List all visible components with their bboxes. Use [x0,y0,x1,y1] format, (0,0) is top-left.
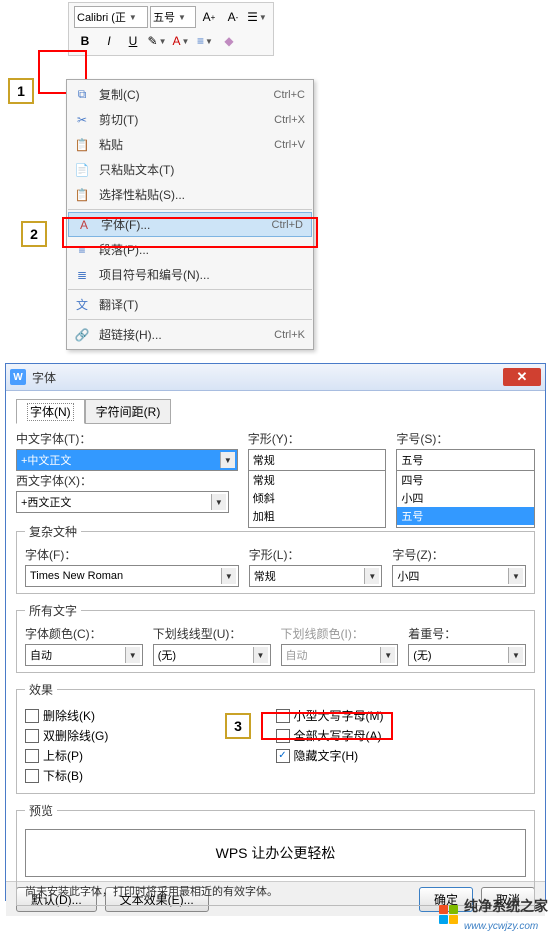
menu-separator [68,319,312,320]
effects-legend: 效果 [25,681,57,698]
scissors-icon: ✂ [73,111,91,129]
size-combo[interactable]: 五号 [396,449,535,470]
complex-legend: 复杂文种 [25,523,81,540]
clipboard-icon: 📋 [73,136,91,154]
align-button[interactable]: ≡▼ [194,30,216,52]
style-label: 字形(Y)： [248,430,387,447]
size-listbox[interactable]: 四号 小四 五号 [396,470,535,528]
logo-icon [438,904,458,924]
context-menu: ⧉复制(C)Ctrl+C ✂剪切(T)Ctrl+X 📋粘贴Ctrl+V 📄只粘贴… [66,79,314,350]
font-dialog: W 字体 ✕ 字体(N) 字符间距(R) 中文字体(T)： +中文正文▼ 字形(… [5,363,546,901]
preview-box: WPS 让办公更轻松 [25,829,526,877]
menu-hyperlink[interactable]: 🔗超链接(H)...Ctrl+K [67,322,313,347]
menu-paragraph[interactable]: ≡段落(P)... [67,237,313,262]
chk-hidden[interactable]: ✓隐藏文字(H) [276,747,527,764]
chk-smallcaps[interactable]: 小型大写字母(M) [276,707,527,724]
uline-label: 下划线线型(U)： [153,625,271,642]
app-icon: W [10,369,26,385]
menu-separator [68,289,312,290]
uline-combo[interactable]: (无)▼ [153,644,271,666]
bullets-icon: ≣ [73,266,91,284]
dialog-titlebar: W 字体 ✕ [6,364,545,391]
menu-cut[interactable]: ✂剪切(T)Ctrl+X [67,107,313,132]
italic-button[interactable]: I [98,30,120,52]
style-combo[interactable]: 常规 [248,449,387,470]
watermark: 纯净系统之家www.ycwjzy.com [438,896,548,932]
menu-bullets[interactable]: ≣项目符号和编号(N)... [67,262,313,287]
cx-size-label: 字号(Z)： [392,546,526,563]
shrink-font-button[interactable]: A- [222,6,244,28]
chk-super[interactable]: 上标(P) [25,747,276,764]
menu-copy[interactable]: ⧉复制(C)Ctrl+C [67,82,313,107]
menu-paste[interactable]: 📋粘贴Ctrl+V [67,132,313,157]
cx-style-combo[interactable]: 常规▼ [249,565,383,587]
grow-font-button[interactable]: A+ [198,6,220,28]
menu-font[interactable]: A字体(F)...Ctrl+D [68,212,312,237]
preview-legend: 预览 [25,802,57,819]
font-color-button[interactable]: A▼ [170,30,192,52]
font-family-select[interactable]: Calibri (正▼ [74,6,148,28]
cn-font-combo[interactable]: +中文正文▼ [16,449,238,471]
mini-toolbar: Calibri (正▼ 五号▼ A+ A- ☰▼ B I U ✎▼ A▼ ≡▼ … [68,2,274,56]
font-size-select[interactable]: 五号▼ [150,6,196,28]
tab-font[interactable]: 字体(N) [16,399,85,424]
ucolor-label: 下划线颜色(I)： [281,625,399,642]
color-label: 字体颜色(C)： [25,625,143,642]
dialog-title: 字体 [32,369,503,386]
font-icon: A [75,216,93,234]
highlight-button[interactable]: ✎▼ [146,30,168,52]
translate-icon: 文 [73,296,91,314]
emph-combo[interactable]: (无)▼ [408,644,526,666]
all-text-legend: 所有文字 [25,602,81,619]
menu-translate[interactable]: 文翻译(T) [67,292,313,317]
bold-button[interactable]: B [74,30,96,52]
copy-icon: ⧉ [73,86,91,104]
color-combo[interactable]: 自动▼ [25,644,143,666]
style-listbox[interactable]: 常规 倾斜 加粗 [248,470,387,528]
cn-font-label: 中文字体(T)： [16,430,238,447]
menu-paste-special[interactable]: 📋选择性粘贴(S)... [67,182,313,207]
paste-special-icon: 📋 [73,186,91,204]
cx-font-combo[interactable]: Times New Roman▼ [25,565,239,587]
menu-separator [68,209,312,210]
annotation-1: 1 [8,78,34,104]
cx-size-combo[interactable]: 小四▼ [392,565,526,587]
underline-button[interactable]: U [122,30,144,52]
menu-paste-text[interactable]: 📄只粘贴文本(T) [67,157,313,182]
emph-label: 着重号： [408,625,526,642]
annotation-3: 3 [225,713,251,739]
format-painter-button[interactable]: ◆ [218,30,240,52]
link-icon: 🔗 [73,326,91,344]
paragraph-icon: ≡ [73,241,91,259]
chk-sub[interactable]: 下标(B) [25,767,276,784]
annotation-2: 2 [21,221,47,247]
dialog-tabs: 字体(N) 字符间距(R) [16,399,535,424]
cx-style-label: 字形(L)： [249,546,383,563]
close-button[interactable]: ✕ [503,368,541,386]
ucolor-combo: 自动▼ [281,644,399,666]
tab-spacing[interactable]: 字符间距(R) [85,399,172,424]
paste-text-icon: 📄 [73,161,91,179]
cx-font-label: 字体(F)： [25,546,239,563]
chk-allcaps[interactable]: 全部大写字母(A) [276,727,527,744]
size-label: 字号(S)： [396,430,535,447]
line-spacing-button[interactable]: ☰▼ [246,6,268,28]
